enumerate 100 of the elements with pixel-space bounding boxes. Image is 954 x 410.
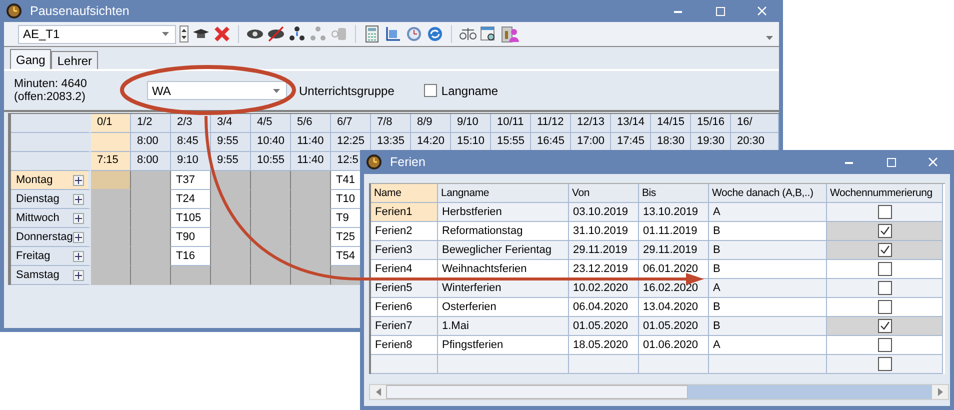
day-row-header[interactable]: Freitag <box>11 247 91 266</box>
week-numbering-checkbox[interactable] <box>878 338 892 352</box>
minimize-icon <box>674 10 682 12</box>
end-time: 7:15 <box>91 152 131 171</box>
table-cell: B <box>709 260 827 279</box>
window-title: Ferien <box>390 155 426 169</box>
day-label: Mittwoch <box>16 212 60 224</box>
week-numbering-checkbox[interactable] <box>878 205 892 219</box>
week-numbering-checkbox[interactable] <box>878 262 892 276</box>
langname-checkbox[interactable] <box>424 84 438 97</box>
day-label: Donnerstag <box>16 231 73 243</box>
expand-icon[interactable] <box>73 232 84 242</box>
table-cell: B <box>709 298 827 317</box>
grid-cell <box>91 190 131 209</box>
delete-icon[interactable] <box>213 25 231 43</box>
period-header: 9/10 <box>451 114 491 133</box>
day-row-header[interactable]: Samstag <box>11 266 91 285</box>
transfer-icon[interactable] <box>384 25 402 43</box>
week-numbering-checkbox[interactable] <box>878 300 892 314</box>
grid-cell <box>291 171 331 190</box>
period-header: 5/6 <box>291 114 331 133</box>
table-cell: 06.04.2020 <box>569 298 639 317</box>
duty-cell: T90 <box>171 228 211 247</box>
expand-icon[interactable] <box>73 174 84 186</box>
end-time: 8:00 <box>131 152 171 171</box>
period-header: 15/16 <box>691 114 731 133</box>
column-header[interactable]: Bis <box>639 184 709 203</box>
scroll-left-icon[interactable] <box>376 388 380 396</box>
table-cell: 03.10.2019 <box>569 203 639 222</box>
start-time: 11:40 <box>291 133 331 152</box>
column-header[interactable]: Woche danach (A,B,..) <box>709 184 827 203</box>
period-header: 1/2 <box>131 114 171 133</box>
day-label: Freitag <box>16 250 52 262</box>
table-cell: B <box>709 241 827 260</box>
end-time: 10:55 <box>251 152 291 171</box>
clock-icon[interactable] <box>405 25 423 43</box>
hidden-eye-icon[interactable] <box>267 25 285 43</box>
column-header[interactable]: Von <box>569 184 639 203</box>
close-icon <box>757 6 767 16</box>
maximize-icon <box>886 158 896 166</box>
day-row-header[interactable]: Mittwoch <box>11 209 91 228</box>
grid-cell <box>91 171 131 190</box>
week-numbering-checkbox[interactable] <box>878 281 892 295</box>
table-cell: Ferien2 <box>371 222 438 241</box>
grid-cell <box>91 266 131 285</box>
table-cell: Osterferien <box>438 298 569 317</box>
period-header: 2/3 <box>171 114 211 133</box>
people-icon[interactable] <box>288 25 306 43</box>
refresh-icon[interactable] <box>426 25 444 43</box>
table-cell: A <box>709 279 827 298</box>
maximize-icon <box>716 6 724 16</box>
grid-cell <box>211 171 251 190</box>
table-cell: Reformationstag <box>438 222 569 241</box>
overflow-caret-icon[interactable] <box>766 36 773 40</box>
scales-icon[interactable] <box>459 25 477 43</box>
table-cell: B <box>709 317 827 336</box>
table-cell: 01.05.2020 <box>639 317 709 336</box>
scroll-right-icon[interactable] <box>938 388 942 396</box>
tab[interactable]: Gang <box>10 49 52 69</box>
period-header: 6/7 <box>331 114 371 133</box>
table-cell: Pfingstferien <box>438 336 569 355</box>
tab[interactable]: Lehrer <box>51 51 98 69</box>
column-header[interactable]: Langname <box>438 184 569 203</box>
expand-icon[interactable] <box>73 194 84 204</box>
table-cell: Ferien6 <box>371 298 438 317</box>
period-header: 4/5 <box>251 114 291 133</box>
person-door-icon[interactable] <box>501 25 519 43</box>
period-header: 14/15 <box>651 114 691 133</box>
grid-cell <box>131 266 171 285</box>
table-cell: 18.05.2020 <box>569 336 639 355</box>
selector-combobox[interactable]: AE_T1 <box>18 24 176 44</box>
expand-icon[interactable] <box>73 212 84 224</box>
day-row-header[interactable]: Dienstag <box>11 190 91 209</box>
duty-cell: T105 <box>171 209 211 228</box>
day-label: Montag <box>16 174 54 186</box>
calculator-icon[interactable] <box>363 25 381 43</box>
week-numbering-checkbox[interactable] <box>878 224 892 238</box>
grid-cell <box>251 171 291 190</box>
group-combobox[interactable]: WA <box>147 81 287 100</box>
table-cell: Herbstferien <box>438 203 569 222</box>
horizontal-scrollbar[interactable] <box>369 384 949 400</box>
header-cell <box>91 133 131 152</box>
day-row-header[interactable]: Montag <box>11 171 91 190</box>
day-label: Dienstag <box>16 193 60 205</box>
table-cell: 01.06.2020 <box>639 336 709 355</box>
expand-icon[interactable] <box>73 270 84 280</box>
day-row-header[interactable]: Donnerstag <box>11 228 91 247</box>
week-numbering-checkbox[interactable] <box>878 319 892 333</box>
grid-cell <box>211 266 251 285</box>
day-label: Samstag <box>16 269 60 281</box>
spinner-icon[interactable] <box>179 25 189 43</box>
table-cell: Beweglicher Ferientag <box>438 241 569 260</box>
table-cell: 29.11.2019 <box>639 241 709 260</box>
column-header[interactable]: Wochennummerierung <box>827 184 943 203</box>
column-header[interactable]: Name <box>371 184 438 203</box>
week-numbering-checkbox[interactable] <box>878 243 892 257</box>
expand-icon[interactable] <box>73 250 84 262</box>
end-time: 9:10 <box>171 152 211 171</box>
grid-cell <box>251 266 291 285</box>
week-numbering-checkbox[interactable] <box>878 357 892 371</box>
